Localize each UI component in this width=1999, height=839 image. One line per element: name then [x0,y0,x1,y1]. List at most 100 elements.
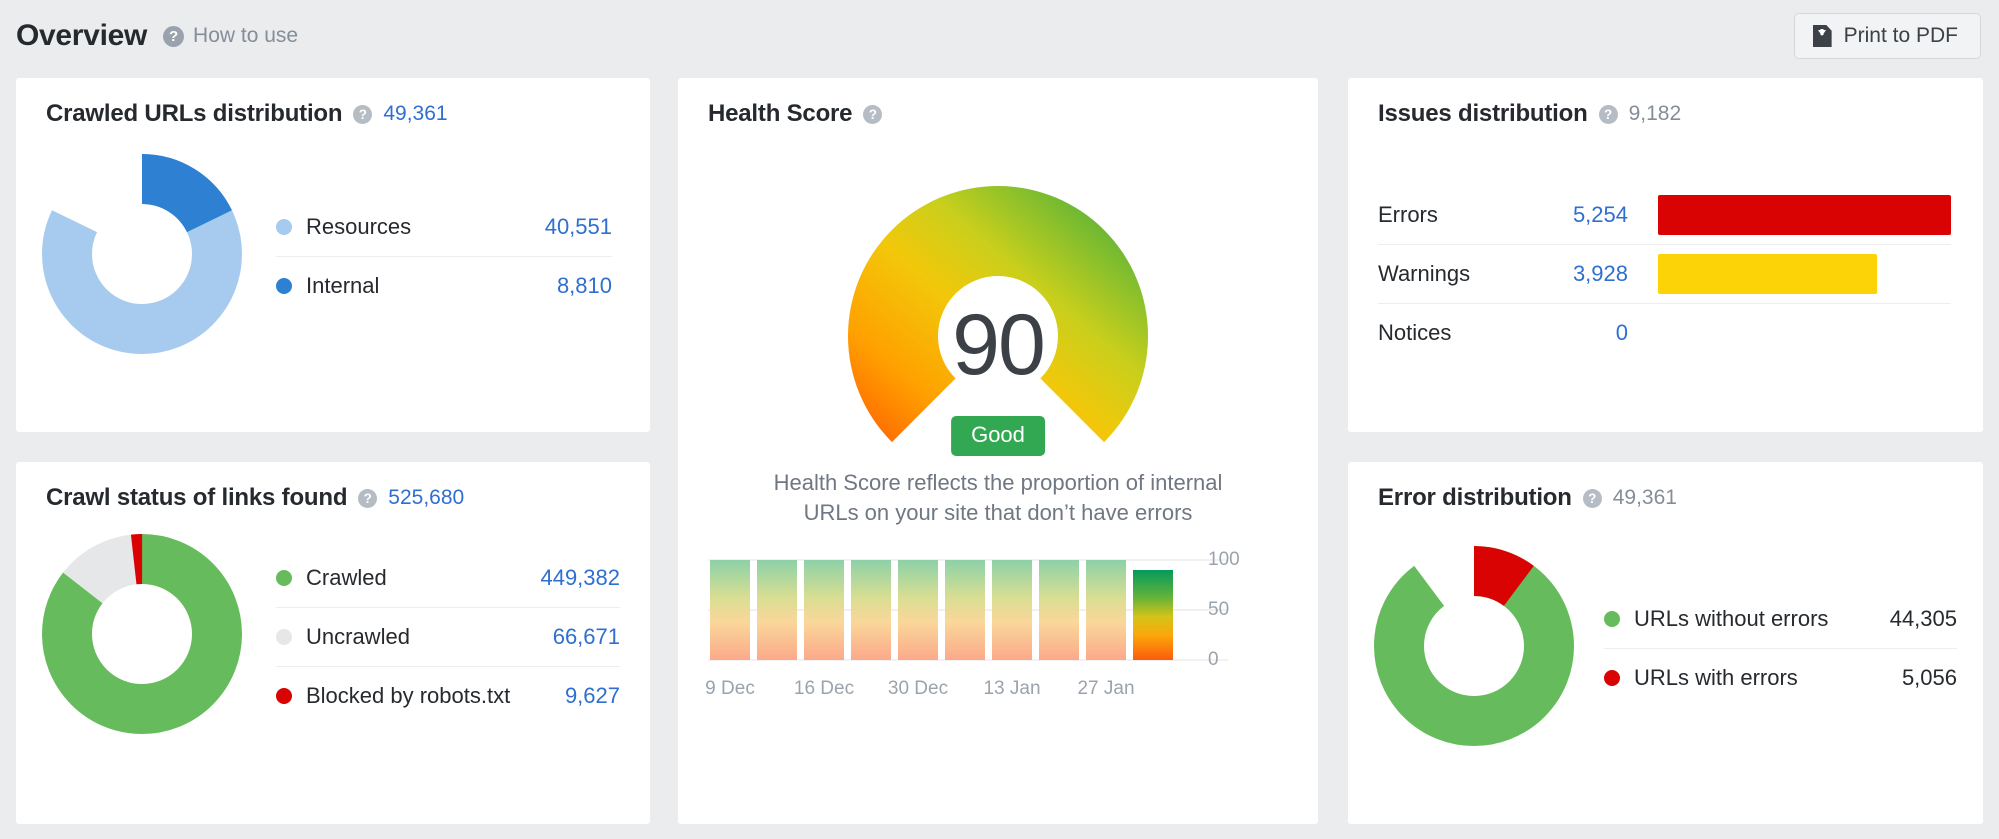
card-title: Health Score [708,100,853,127]
legend-item[interactable]: URLs with errors 5,056 [1604,649,1957,707]
question-mark-icon[interactable]: ? [163,25,185,47]
crawl-status-donut-chart [42,534,242,739]
download-pdf-icon [1812,25,1832,47]
bar [851,560,891,660]
question-mark-icon[interactable]: ? [358,488,378,508]
page-header: Overview ? How to use Print to PDF [0,0,1999,72]
legend-item[interactable]: Internal 8,810 [276,257,612,315]
card-error-distribution: Error distribution ? 49,361 URLs without… [1348,462,1983,824]
legend-label: Blocked by robots.txt [306,682,511,708]
legend-color-dot [276,628,292,645]
x-axis-tick: 16 Dec [793,678,855,699]
issue-bar-track [1658,254,1951,294]
card-header: Health Score ? [678,78,1318,128]
legend-item[interactable]: Resources 40,551 [276,198,612,257]
card-issues-distribution: Issues distribution ? 9,182 Errors 5,254… [1348,78,1983,432]
bar [945,560,985,660]
health-score-gauge: 90 Good [678,136,1318,456]
how-to-use-link[interactable]: ? How to use [163,24,298,48]
crawled-urls-donut-chart [42,154,242,359]
donut-section: Crawled 449,382 Uncrawled 66,671 Blocked… [16,512,650,739]
issue-value: 5,254 [1572,202,1628,227]
card-total-value: 49,361 [1612,486,1677,509]
bar [1039,560,1079,660]
print-to-pdf-button[interactable]: Print to PDF [1793,13,1981,59]
issue-bar-track [1658,313,1951,353]
card-title: Error distribution [1378,484,1572,511]
bar [804,560,844,660]
issue-bar-fill [1658,195,1951,235]
card-title: Crawled URLs distribution [46,100,343,127]
bar [710,560,750,660]
overview-dashboard: Overview ? How to use Print to PDF Crawl… [0,0,1999,839]
legend-item[interactable]: Blocked by robots.txt 9,627 [276,667,620,725]
y-axis-tick-100: 100 [1208,549,1240,570]
issue-label: Errors [1378,202,1438,227]
card-crawled-urls-distribution: Crawled URLs distribution ? 49,361 Resou… [16,78,650,432]
crawl-status-legend: Crawled 449,382 Uncrawled 66,671 Blocked… [276,549,620,725]
card-total-value[interactable]: 525,680 [388,486,464,510]
issue-bar-fill [1658,254,1878,294]
bar [992,560,1032,660]
issue-value: 3,928 [1572,261,1628,286]
legend-item[interactable]: Crawled 449,382 [276,549,620,608]
crawled-urls-legend: Resources 40,551 Internal 8,810 [276,198,612,315]
legend-value: 8,810 [556,273,612,298]
issue-label: Notices [1378,320,1452,345]
issue-label: Warnings [1378,261,1471,286]
x-axis-tick: 13 Jan [983,678,1041,699]
legend-color-dot [1604,670,1620,686]
question-mark-icon[interactable]: ? [1582,488,1602,508]
health-score-value: 90 [952,297,1046,393]
x-axis-tick: 27 Jan [1077,678,1135,699]
bar [1086,560,1126,660]
question-mark-icon[interactable]: ? [353,104,373,124]
bar [757,560,797,660]
legend-value: 66,671 [552,623,620,649]
x-axis-tick: 30 Dec [887,678,949,699]
issue-bar-track [1658,195,1951,235]
legend-value: 44,305 [1889,606,1957,631]
issue-row-warnings[interactable]: Warnings 3,928 [1378,245,1951,304]
legend-value: 5,056 [1901,665,1957,690]
legend-value: 449,382 [540,564,620,590]
health-score-history-chart: 100 50 0 9 Dec 16 Dec 30 Dec 13 Jan 27 J… [705,549,1288,704]
legend-item[interactable]: URLs without errors 44,305 [1604,590,1957,649]
error-distribution-legend: URLs without errors 44,305 URLs with err… [1604,590,1957,707]
print-to-pdf-label: Print to PDF [1843,24,1958,47]
x-axis-tick: 9 Dec [705,678,755,699]
legend-label: Internal [306,273,380,298]
y-axis-tick-50: 50 [1208,599,1230,620]
legend-label: Resources [306,214,412,239]
issue-row-errors[interactable]: Errors 5,254 [1378,186,1951,245]
card-header: Error distribution ? 49,361 [1348,462,1983,512]
health-score-description: Health Score reflects the proportion of … [773,470,1223,525]
health-score-badge: Good [951,416,1045,456]
legend-item[interactable]: Uncrawled 66,671 [276,608,620,667]
page-title: Overview [16,19,148,52]
card-crawl-status-of-links-found: Crawl status of links found ? 525,680 Cr… [16,462,650,824]
legend-label: Crawled [306,564,387,590]
legend-color-dot [276,569,292,586]
card-health-score: Health Score ? 90 Good Health Score refl… [678,78,1318,824]
error-distribution-donut-chart [1374,546,1574,751]
how-to-use-label: How to use [193,24,299,47]
legend-label: URLs with errors [1634,665,1798,690]
bar-current [1133,570,1173,660]
legend-value: 9,627 [564,682,620,708]
card-header: Crawl status of links found ? 525,680 [16,462,650,512]
legend-label: URLs without errors [1634,606,1829,631]
legend-color-dot [1604,611,1620,627]
card-header: Issues distribution ? 9,182 [1348,78,1983,128]
donut-section: Resources 40,551 Internal 8,810 [16,128,650,359]
issue-row-notices[interactable]: Notices 0 [1378,304,1951,362]
question-mark-icon[interactable]: ? [863,104,883,124]
y-axis-tick-0: 0 [1208,649,1219,670]
legend-color-dot [276,219,292,235]
card-header: Crawled URLs distribution ? 49,361 [16,78,650,128]
bar [898,560,938,660]
card-total-value: 9,182 [1628,102,1682,125]
card-total-value[interactable]: 49,361 [383,102,447,126]
question-mark-icon[interactable]: ? [1598,104,1618,124]
legend-value: 40,551 [544,214,612,239]
